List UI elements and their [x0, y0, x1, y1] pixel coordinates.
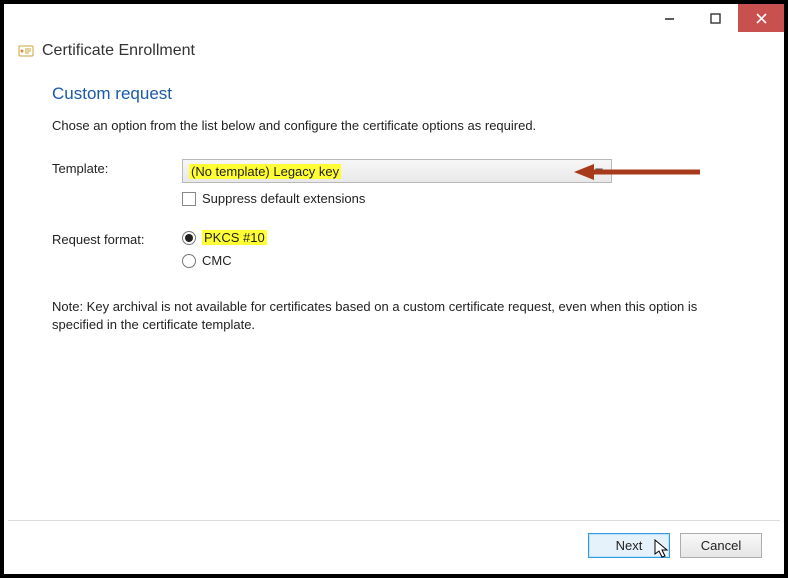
request-format-pkcs10[interactable]: PKCS #10: [182, 230, 736, 245]
request-format-row: Request format: PKCS #10 CMC: [52, 230, 736, 276]
template-row: Template: (No template) Legacy key Suppr…: [52, 159, 736, 224]
next-button-label: Next: [616, 538, 643, 553]
titlebar: [4, 4, 784, 32]
close-icon: [756, 13, 767, 24]
close-button[interactable]: [738, 4, 784, 32]
dialog-header: Certificate Enrollment: [4, 32, 784, 62]
suppress-extensions-checkbox[interactable]: [182, 192, 196, 206]
radio-cmc[interactable]: [182, 254, 196, 268]
request-format-label: Request format:: [52, 230, 182, 247]
template-dropdown[interactable]: (No template) Legacy key: [182, 159, 612, 183]
template-label: Template:: [52, 159, 182, 176]
radio-pkcs10-label: PKCS #10: [202, 230, 267, 245]
note-text: Note: Key archival is not available for …: [52, 298, 736, 333]
next-button[interactable]: Next: [588, 533, 670, 558]
radio-cmc-label: CMC: [202, 253, 232, 268]
cancel-button[interactable]: Cancel: [680, 533, 762, 558]
minimize-button[interactable]: [646, 4, 692, 32]
suppress-extensions-label: Suppress default extensions: [202, 191, 365, 206]
section-title: Custom request: [52, 84, 736, 104]
dialog-body: Custom request Chose an option from the …: [4, 62, 784, 343]
maximize-button[interactable]: [692, 4, 738, 32]
certificate-icon: [18, 43, 34, 59]
dialog-window: Certificate Enrollment Custom request Ch…: [0, 0, 788, 578]
cancel-button-label: Cancel: [701, 538, 741, 553]
dialog-title: Certificate Enrollment: [42, 42, 195, 60]
minimize-icon: [664, 13, 675, 24]
template-selected-value: (No template) Legacy key: [189, 164, 341, 179]
instruction-text: Chose an option from the list below and …: [52, 118, 736, 133]
suppress-extensions-row: Suppress default extensions: [182, 191, 736, 206]
dialog-footer: Next Cancel: [8, 520, 780, 570]
maximize-icon: [710, 13, 721, 24]
request-format-cmc[interactable]: CMC: [182, 253, 736, 268]
radio-pkcs10[interactable]: [182, 231, 196, 245]
